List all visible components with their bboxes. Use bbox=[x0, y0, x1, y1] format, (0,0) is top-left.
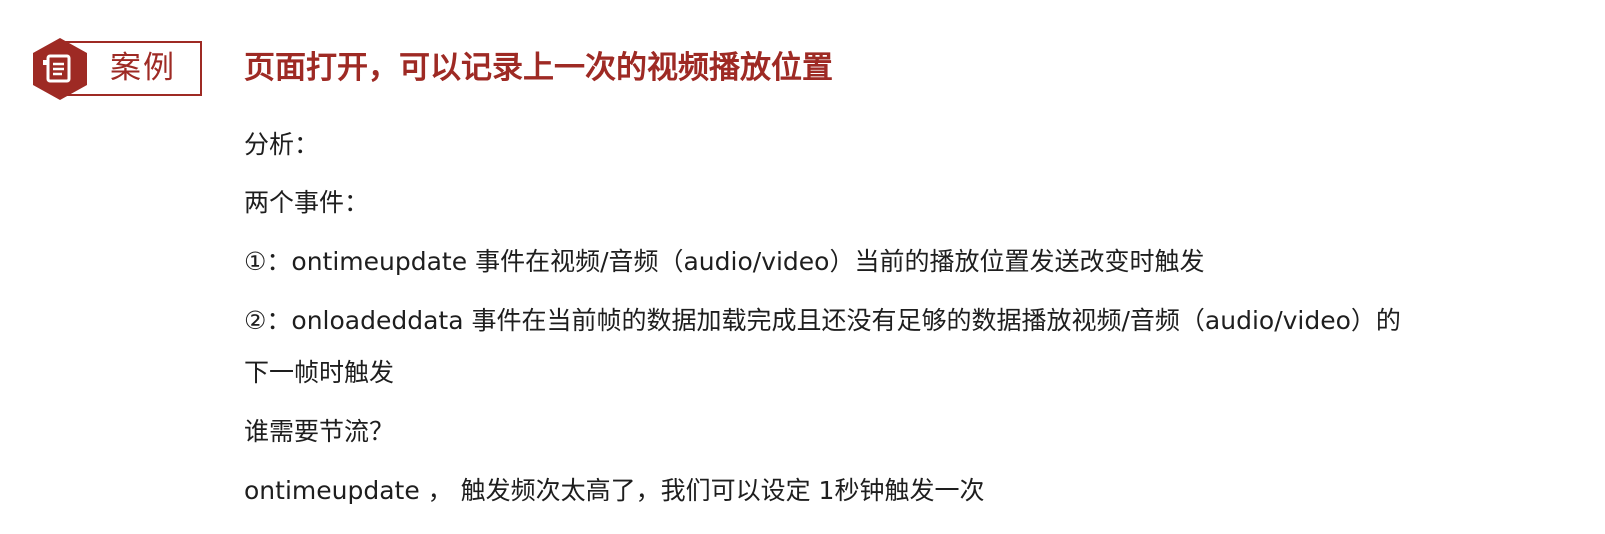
page-title: 页面打开，可以记录上一次的视频播放位置 bbox=[244, 50, 833, 86]
case-badge-label: 案例 bbox=[110, 50, 176, 86]
event-ontimeupdate: ①：ontimeupdate 事件在视频/音频（audio/video）当前的播… bbox=[244, 247, 1205, 276]
event-onloadeddata: ②：onloadeddata 事件在当前帧的数据加载完成且还没有足够的数据播放视… bbox=[244, 306, 1401, 335]
event-onloadeddata-continued: 下一帧时触发 bbox=[244, 358, 395, 387]
throttle-answer: ontimeupdate ， 触发频次太高了，我们可以设定 1秒钟触发一次 bbox=[244, 476, 985, 505]
analysis-heading: 分析： bbox=[244, 130, 320, 159]
page-header: 案例 页面打开，可以记录上一次的视频播放位置 bbox=[0, 0, 1605, 120]
throttle-question: 谁需要节流？ bbox=[244, 417, 395, 446]
events-heading: 两个事件： bbox=[244, 188, 370, 217]
document-icon bbox=[33, 38, 87, 100]
